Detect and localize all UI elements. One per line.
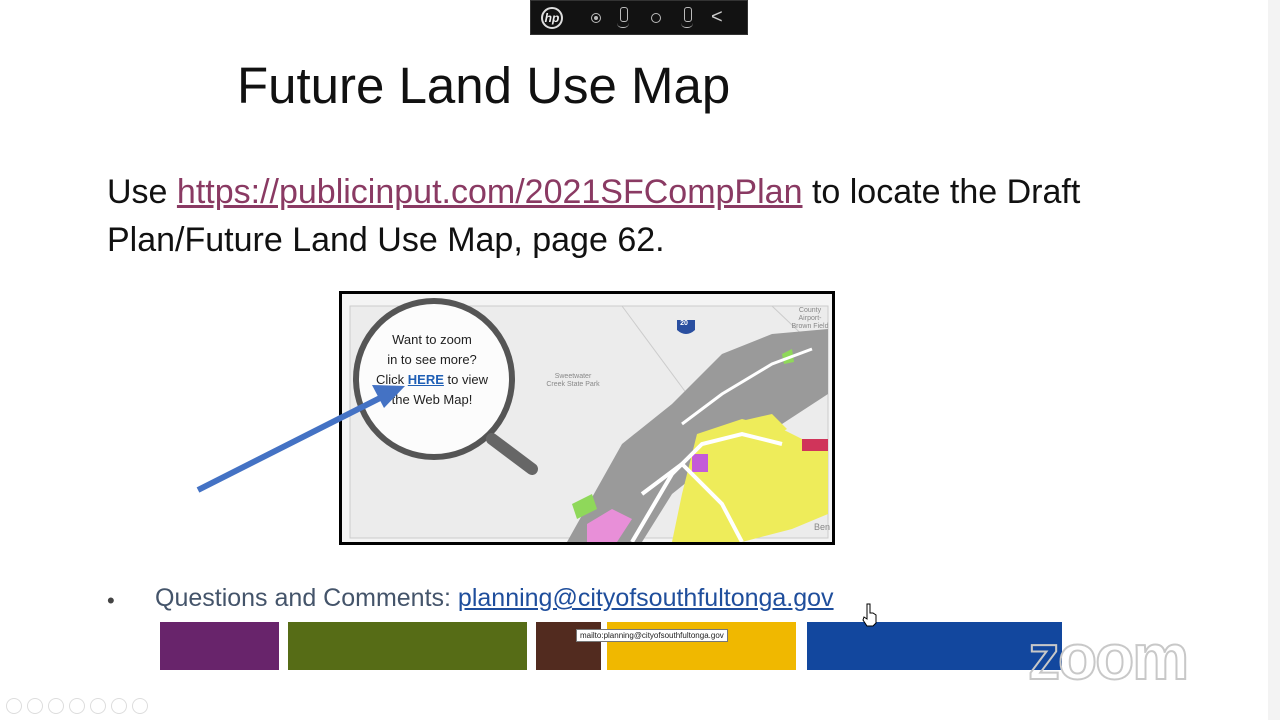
mic-icon[interactable] [617,6,629,29]
record-dot-icon[interactable] [591,12,601,23]
callout-line-3: Click HERE to view [372,370,492,390]
here-link[interactable]: HERE [408,372,444,387]
map-callout: Want to zoom in to see more? Click HERE … [372,330,492,410]
scrollbar[interactable] [1268,0,1280,720]
chevron-left-icon[interactable]: < [711,6,723,29]
color-bar-purple [160,622,279,670]
comments-label: Questions and Comments: [155,584,458,612]
recording-toolbar: hp < [530,0,748,35]
intro-text-before: Use [107,173,177,211]
circle-icon[interactable] [651,12,661,23]
callout-to-view: to view [443,372,488,387]
bullet-icon: • [107,588,115,613]
zoom-watermark: zoom [1027,620,1190,694]
next-slide-icon[interactable] [27,698,43,714]
planning-email-link[interactable]: planning@cityofsouthfultonga.gov [458,584,834,612]
callout-line-1: Want to zoom [392,332,472,347]
more-icon[interactable] [132,698,148,714]
airport-label: County Airport-Brown Field [791,307,829,330]
pen-icon[interactable] [48,698,64,714]
color-bar-green [288,622,527,670]
callout-line-2: in to see more? [387,352,477,367]
slide-body: Use https://publicinput.com/2021SFCompPl… [107,168,1227,264]
slide-title: Future Land Use Map [237,57,731,114]
mic-waves-icon[interactable] [681,6,693,29]
public-input-link[interactable]: https://publicinput.com/2021SFCompPlan [177,173,803,211]
comments-line: Questions and Comments: planning@cityofs… [155,584,834,613]
callout-line-4: the Web Map! [391,392,473,407]
hp-logo-icon: hp [541,6,563,29]
corner-label: Ben [813,522,830,532]
hand-cursor-icon [862,603,877,627]
prev-slide-icon[interactable] [6,698,22,714]
subtitles-icon[interactable] [111,698,127,714]
link-tooltip: mailto:planning@cityofsouthfultonga.gov [576,629,728,642]
zoom-icon[interactable] [90,698,106,714]
interstate-shield-label: 20 [680,320,688,327]
color-bar-blue [807,622,1062,670]
slide-nav-controls [6,698,148,714]
park-label: Sweetwater Creek State Park [546,373,600,388]
callout-click: Click [376,372,408,387]
slides-icon[interactable] [69,698,85,714]
